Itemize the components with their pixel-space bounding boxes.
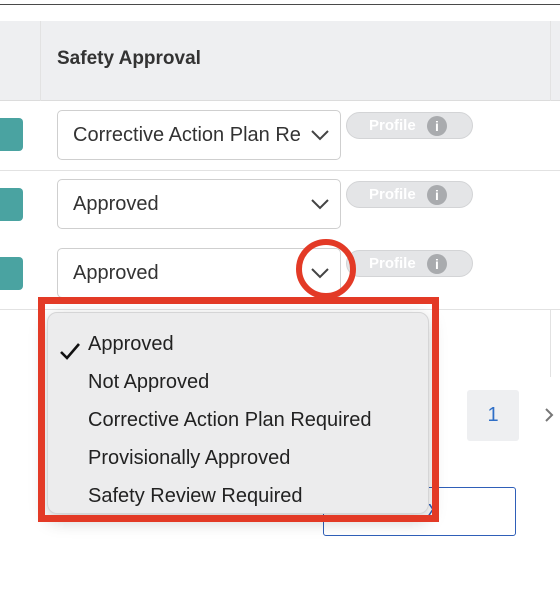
column-header-safety-approval: Safety Approval	[57, 48, 201, 69]
select-value: Corrective Action Plan Re	[73, 124, 301, 146]
page-number: 1	[487, 404, 499, 426]
info-icon: i	[427, 185, 447, 205]
row-action-button[interactable]	[0, 118, 23, 151]
chevron-down-icon	[311, 199, 329, 210]
pagination-page-current[interactable]: 1	[467, 390, 519, 441]
info-icon: i	[427, 254, 447, 274]
table-header: Safety Approval	[0, 21, 560, 101]
profile-label: Profile	[369, 117, 416, 134]
profile-button[interactable]: Profile i	[346, 181, 473, 208]
profile-button[interactable]: Profile i	[346, 250, 473, 277]
row-action-button[interactable]	[0, 188, 23, 221]
info-icon: i	[427, 116, 447, 136]
annotation-highlight-circle	[296, 239, 356, 299]
chevron-right-icon[interactable]	[542, 406, 556, 424]
chevron-down-icon	[311, 130, 329, 141]
table-row: Corrective Action Plan Re Profile i	[0, 101, 560, 171]
table-row: Approved Profile i	[0, 171, 560, 241]
row-action-button[interactable]	[0, 257, 23, 290]
top-divider	[0, 4, 560, 5]
profile-label: Profile	[369, 186, 416, 203]
safety-approval-select[interactable]: Approved	[57, 179, 341, 229]
select-value: Approved	[73, 262, 159, 284]
profile-button[interactable]: Profile i	[346, 112, 473, 139]
annotation-highlight-rectangle	[38, 297, 439, 522]
profile-label: Profile	[369, 255, 416, 272]
safety-approval-select[interactable]: Corrective Action Plan Re	[57, 110, 341, 160]
select-value: Approved	[73, 193, 159, 215]
